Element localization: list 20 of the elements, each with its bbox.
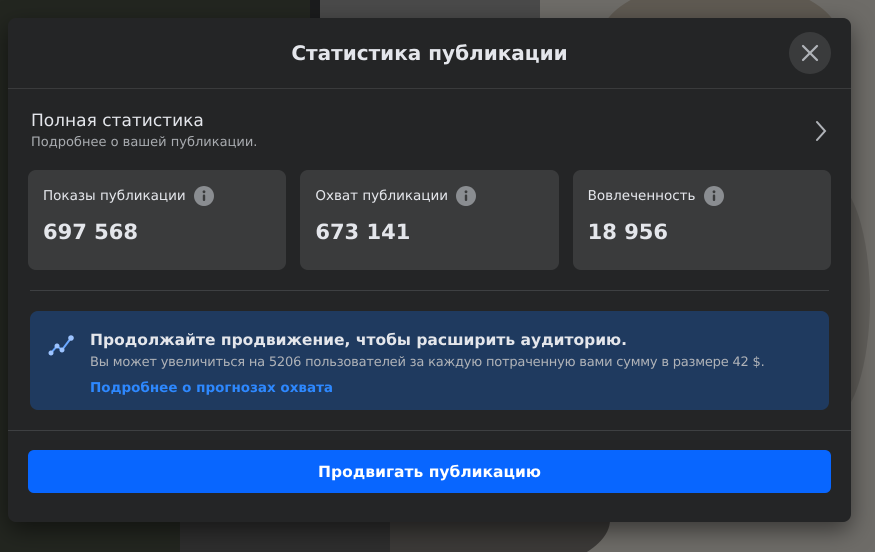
info-icon[interactable] — [456, 186, 476, 206]
forecast-link[interactable]: Подробнее о прогнозах охвата — [90, 380, 334, 396]
metric-label: Показы публикации — [43, 188, 186, 204]
metric-label: Охват публикации — [315, 188, 448, 204]
trend-line-icon — [48, 333, 76, 357]
close-button[interactable] — [789, 32, 831, 74]
metric-label: Вовлеченность — [588, 188, 696, 204]
close-icon — [801, 44, 819, 62]
chevron-right-icon[interactable] — [815, 120, 827, 142]
metric-value: 18 956 — [588, 220, 670, 244]
metric-value: 673 141 — [315, 220, 412, 244]
info-icon[interactable] — [704, 186, 724, 206]
section-subtitle: Подробнее о вашей публикации. — [31, 135, 258, 150]
promo-title: Продолжайте продвижение, чтобы расширить аудиторию. — [90, 331, 628, 349]
metric-value: 697 568 — [43, 220, 139, 244]
section-title: Полная статистика — [31, 111, 205, 131]
dialog-title: Статистика публикации — [291, 41, 568, 65]
info-icon[interactable] — [194, 186, 214, 206]
promo-text: Вы может увеличиться на 5206 пользователей за каждую потраченную вами сумму в размере 42 $. — [90, 355, 765, 370]
boost-post-button[interactable]: Продвигать публикацию — [28, 450, 831, 493]
